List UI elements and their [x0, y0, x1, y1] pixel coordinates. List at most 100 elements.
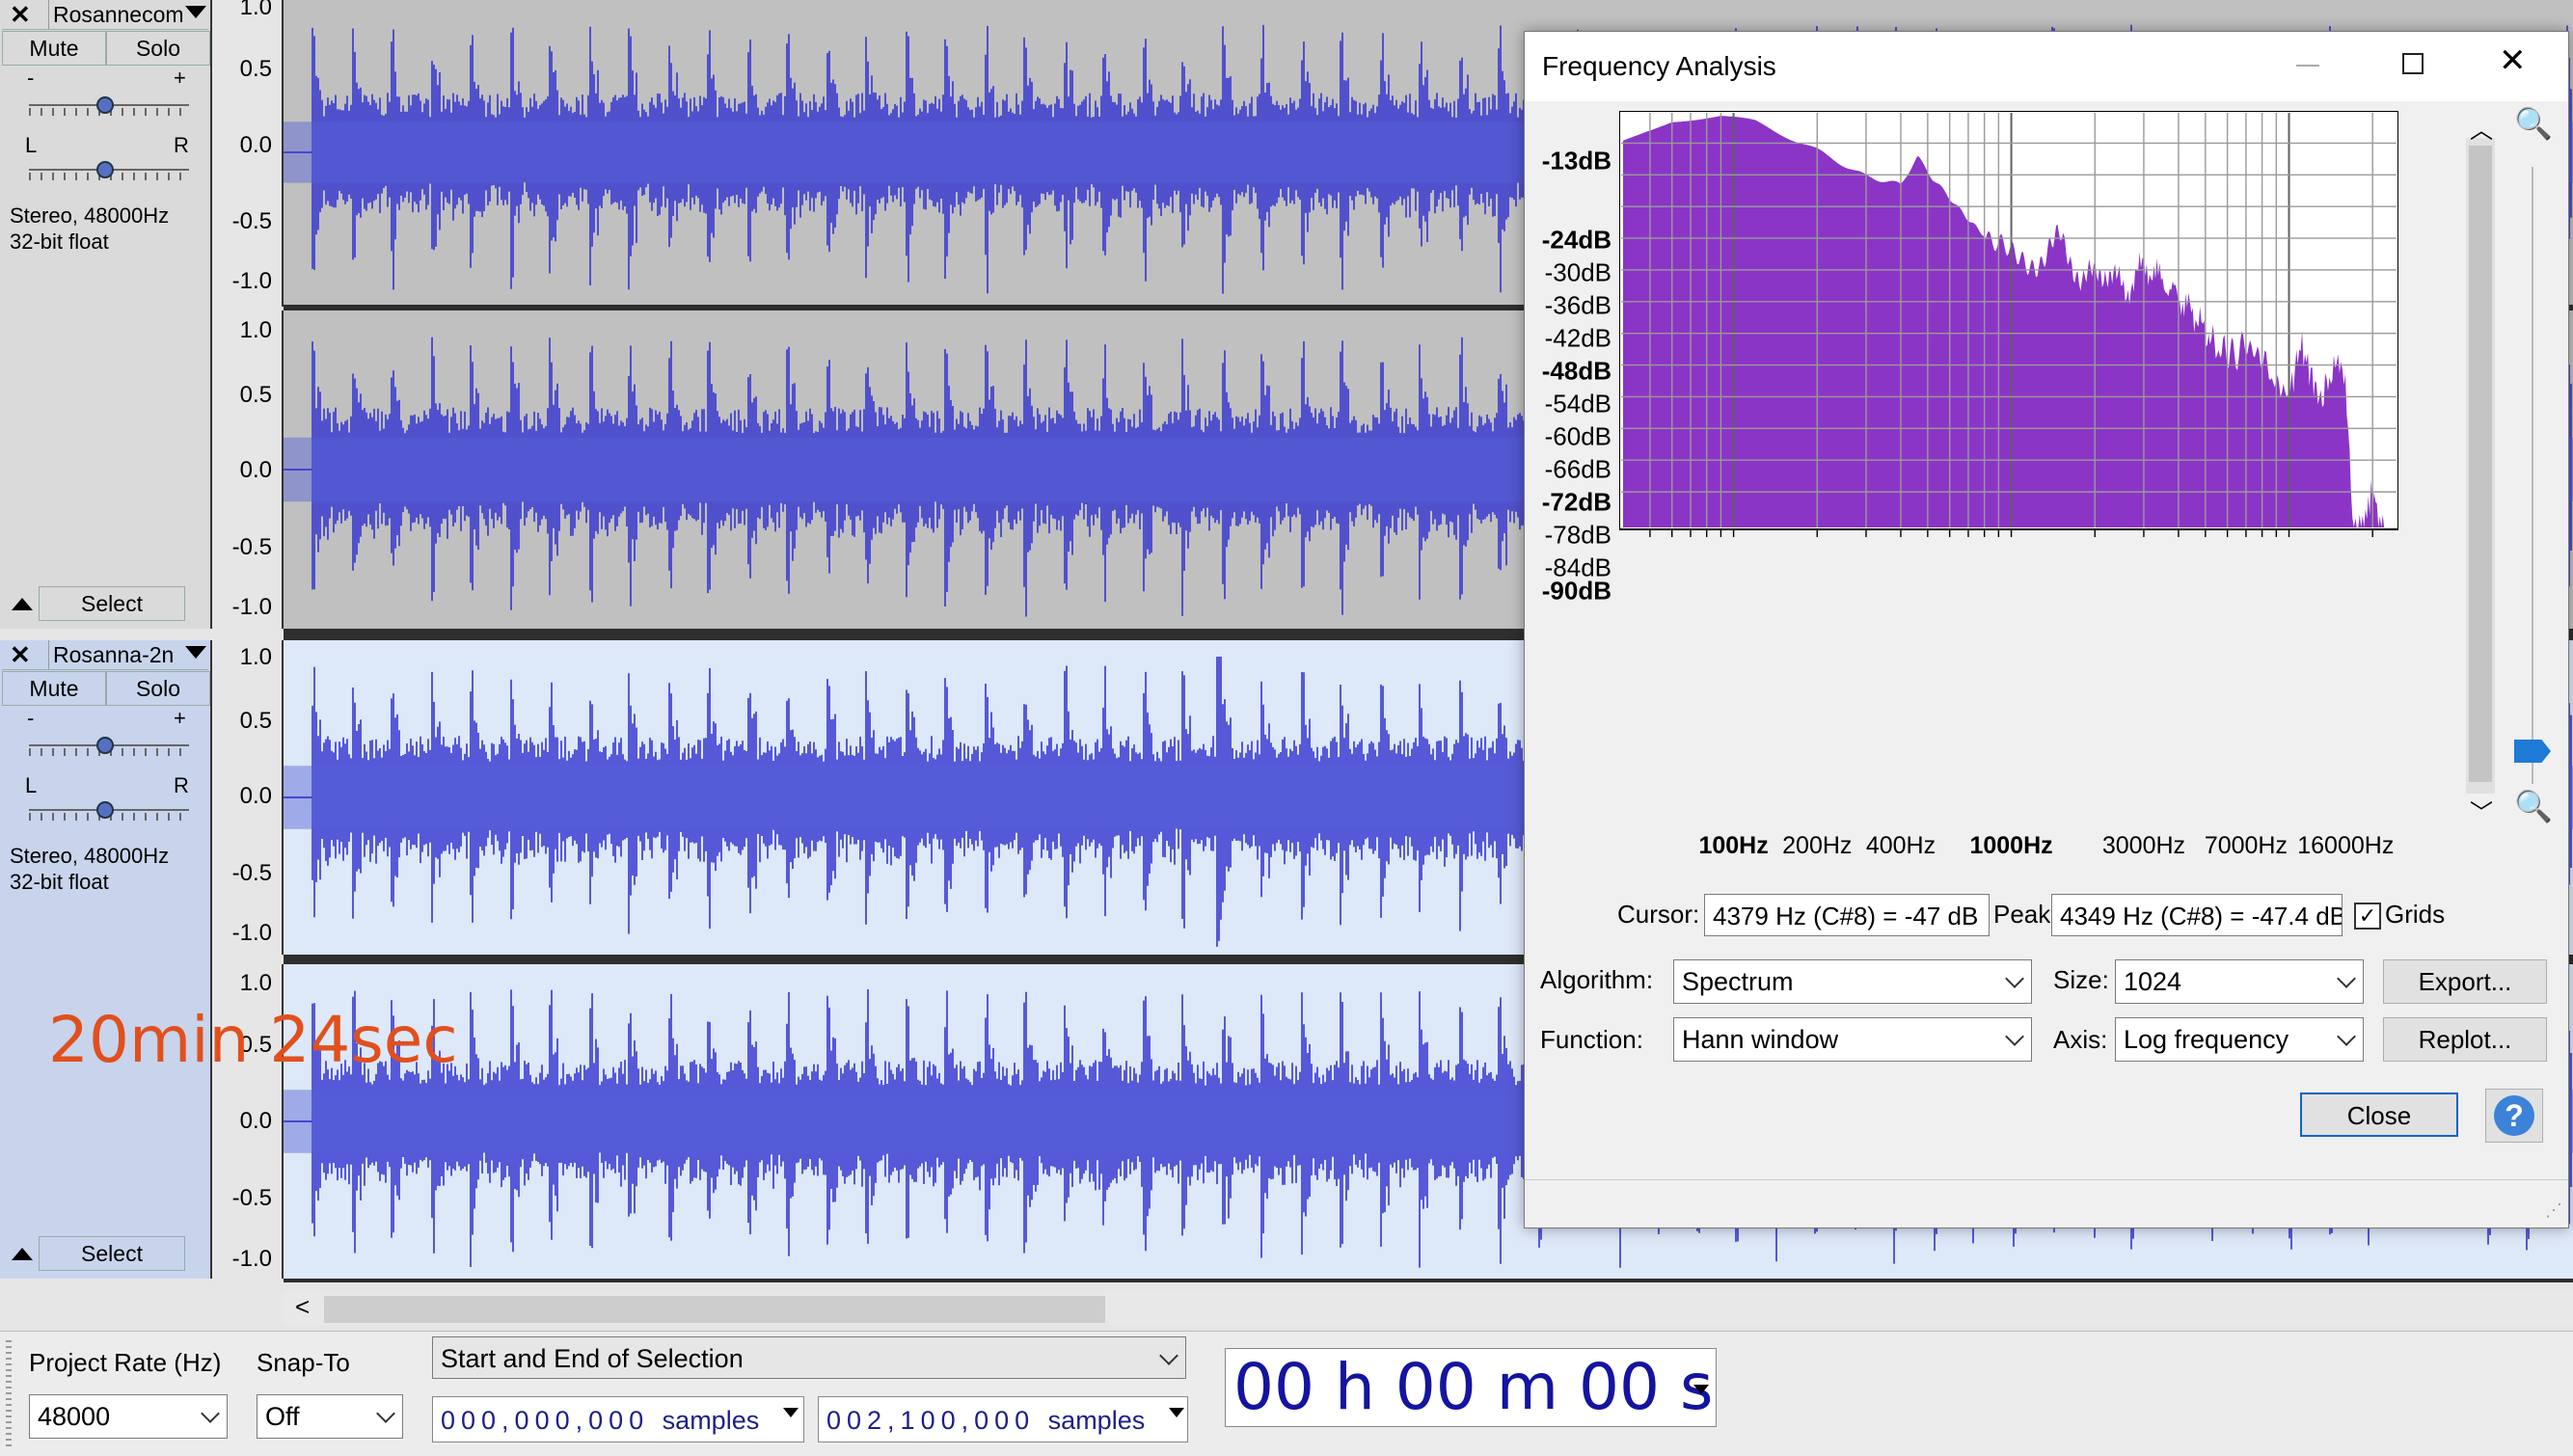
chevron-down-icon [2005, 969, 2024, 988]
scroll-left-icon[interactable]: < [295, 1292, 310, 1322]
zoom-slider[interactable] [2532, 167, 2533, 784]
db-tick-label: -72dB [1541, 487, 1612, 517]
scroll-down-icon[interactable]: ﹀ [2470, 794, 2493, 827]
gain-minus-label: - [27, 66, 35, 90]
frequency-tick-label: 3000Hz [2101, 832, 2186, 859]
help-icon: ? [2494, 1095, 2534, 1136]
size-select[interactable]: 1024 [2115, 959, 2364, 1004]
ruler-label: 1.0 [239, 644, 272, 670]
selection-start-value: 000,000,000 [441, 1406, 650, 1435]
ruler-label: 0.5 [239, 708, 272, 734]
selection-mode-select[interactable]: Start and End of Selection [432, 1336, 1186, 1379]
algorithm-select-value: Spectrum [1682, 967, 1794, 996]
db-axis: -13dB -24dB -30dB -36dB -42dB -48dB -54dB -60dB… [1525, 109, 1612, 861]
ruler-label: 0.0 [239, 457, 272, 483]
select-track-button[interactable]: Select [39, 1236, 185, 1271]
frequency-axis: 100Hz 200Hz 400Hz 1000Hz 3000Hz 7000Hz 16000Hz [1619, 832, 2398, 871]
frequency-tick-label: 100Hz [1698, 832, 1769, 859]
time-hours: 00 [1233, 1350, 1314, 1424]
selection-end-field[interactable]: 002,100,000 samples [818, 1396, 1188, 1443]
solo-button[interactable]: Solo [106, 671, 210, 706]
mute-button[interactable]: Mute [2, 671, 106, 706]
mute-button[interactable]: Mute [2, 31, 106, 66]
track-control-panel: ✕ Rosanna-2n Mute Solo - + L R Stereo, 4… [0, 640, 212, 1279]
gain-slider-thumb[interactable] [96, 96, 114, 114]
time-hours-unit: h [1334, 1350, 1375, 1424]
frequency-tick-label: 1000Hz [1969, 832, 2053, 859]
axis-select[interactable]: Log frequency [2115, 1017, 2364, 1062]
track-format-info: Stereo, 48000Hz 32-bit float [10, 843, 169, 895]
ruler-label: 0.0 [239, 1108, 272, 1134]
gain-plus-label: + [174, 66, 186, 90]
replot-button[interactable]: Replot... [2383, 1017, 2547, 1062]
ruler-label: -0.5 [231, 208, 272, 234]
db-tick-label: -24dB [1541, 225, 1612, 255]
help-button[interactable]: ? [2485, 1089, 2543, 1143]
toolbar-grabber[interactable] [6, 1340, 12, 1446]
select-track-button[interactable]: Select [39, 586, 185, 621]
track-control-panel: ✕ Rosannecom Mute Solo - + L R Stereo, 4… [0, 0, 212, 629]
algorithm-select[interactable]: Spectrum [1673, 959, 2032, 1004]
collapse-track-icon[interactable] [12, 1248, 33, 1260]
track-header: ✕ Rosannecom [2, 0, 208, 30]
pan-slider-thumb[interactable] [96, 801, 114, 819]
amplitude-ruler: 1.0 0.5 0.0 -0.5 -1.0 [212, 310, 284, 629]
collapse-track-icon[interactable] [12, 598, 33, 610]
track-menu-dropdown-icon[interactable] [185, 646, 206, 659]
chevron-down-icon [376, 1404, 395, 1423]
pan-left-label: L [25, 133, 38, 157]
minimize-icon[interactable] [2296, 65, 2319, 67]
ruler-label: -1.0 [231, 268, 272, 294]
close-track-icon[interactable]: ✕ [10, 640, 31, 669]
time-seconds: 00 [1579, 1350, 1661, 1424]
time-minutes: 00 [1395, 1350, 1476, 1424]
selection-start-dropdown-icon[interactable] [783, 1408, 799, 1417]
ruler-label: -1.0 [231, 920, 272, 946]
maximize-icon[interactable] [2402, 53, 2424, 74]
db-tick-label: -48dB [1541, 356, 1612, 386]
plot-scroll-thumb[interactable] [2469, 146, 2492, 782]
zoom-slider-thumb[interactable] [2514, 740, 2551, 763]
selection-start-unit: samples [662, 1406, 760, 1435]
spectrum-plot[interactable] [1619, 111, 2398, 824]
frequency-tick-label: 200Hz [1782, 832, 1853, 859]
cursor-label: Cursor: [1617, 900, 1700, 929]
ruler-label: 1.0 [239, 970, 272, 996]
close-button[interactable]: Close [2300, 1092, 2458, 1137]
amplitude-ruler: 1.0 0.5 0.0 -0.5 -1.0 [212, 0, 284, 307]
snap-to-select[interactable]: Off [257, 1394, 403, 1439]
status-bar [1525, 1179, 2568, 1180]
selection-start-field[interactable]: 000,000,000 samples [432, 1396, 804, 1443]
close-track-icon[interactable]: ✕ [10, 0, 31, 29]
frequency-tick-label: 7000Hz [2204, 832, 2288, 859]
db-tick-label: -36dB [1544, 290, 1612, 320]
selection-end-dropdown-icon[interactable] [1169, 1408, 1184, 1417]
track-format-rate: Stereo, 48000Hz [10, 844, 170, 868]
track-name-menu[interactable]: Rosannecom [48, 0, 188, 29]
snap-to-value: Off [265, 1402, 300, 1431]
audio-position-display[interactable]: 00 h 00 m 00 s [1225, 1348, 1717, 1427]
solo-button[interactable]: Solo [106, 31, 210, 66]
horizontal-scroll-thumb[interactable] [324, 1296, 1105, 1323]
ruler-label: 0.5 [239, 56, 272, 82]
project-rate-value: 48000 [38, 1402, 111, 1431]
project-rate-select[interactable]: 48000 [29, 1394, 228, 1439]
pan-slider-thumb[interactable] [96, 161, 114, 178]
gain-slider-thumb[interactable] [96, 737, 114, 754]
function-select[interactable]: Hann window [1673, 1017, 2032, 1062]
zoom-in-icon[interactable]: 🔍 [2514, 105, 2553, 142]
chevron-down-icon [2337, 969, 2356, 988]
export-button[interactable]: Export... [2383, 959, 2547, 1004]
scroll-up-icon[interactable]: ︿ [2470, 111, 2493, 145]
track-name-menu[interactable]: Rosanna-2n [48, 640, 188, 669]
dialog-titlebar[interactable]: Frequency Analysis ✕ [1525, 32, 2568, 101]
track-menu-dropdown-icon[interactable] [185, 6, 206, 18]
track-format-rate: Stereo, 48000Hz [10, 203, 170, 228]
zoom-out-icon[interactable]: 🔍 [2514, 788, 2553, 824]
close-window-icon[interactable]: ✕ [2499, 41, 2527, 80]
db-tick-label: -78dB [1544, 520, 1612, 550]
resize-grip-icon[interactable]: ⋰ [2545, 1200, 2562, 1221]
grids-checkbox[interactable]: ✓ [2354, 903, 2381, 930]
chevron-down-icon [2337, 1027, 2356, 1046]
time-format-dropdown-icon[interactable] [1693, 1385, 1709, 1394]
